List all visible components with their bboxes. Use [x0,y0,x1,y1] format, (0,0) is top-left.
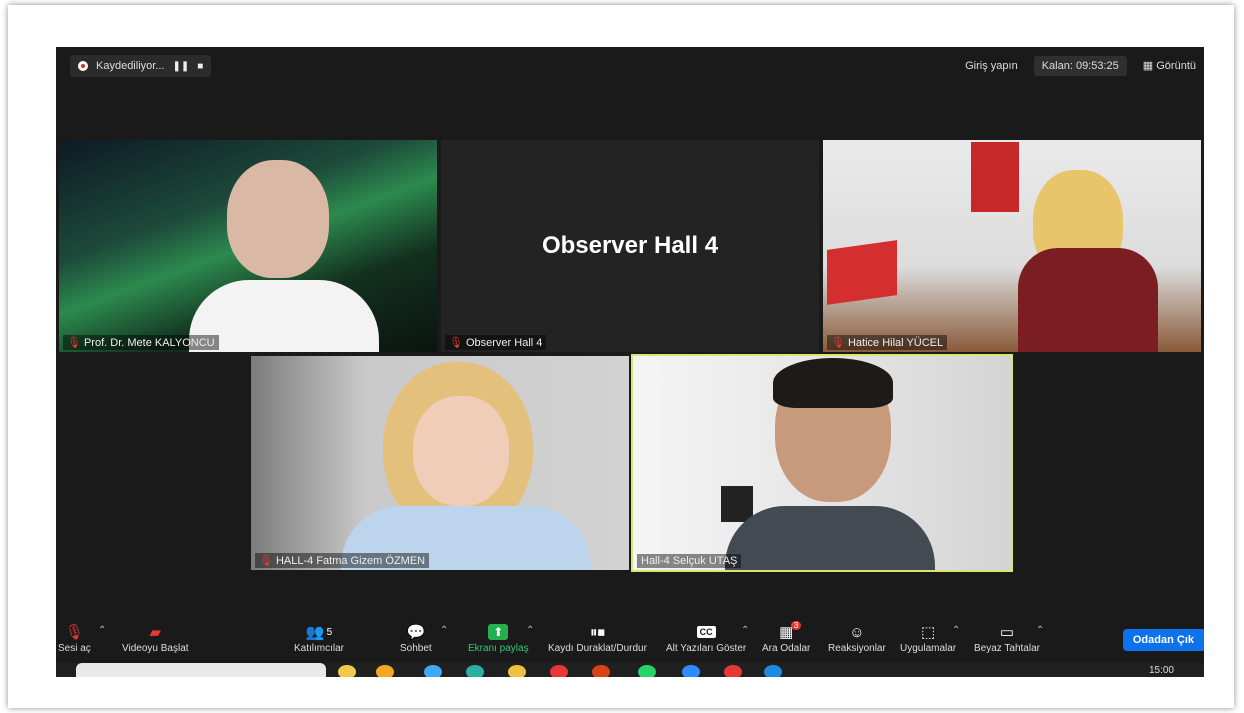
participant-video [633,356,1011,570]
video-tile[interactable]: 🎙︎ Hatice Hilal YÜCEL [823,140,1201,352]
breakout-rooms-label: Ara Odalar [762,643,811,654]
remaining-timer: Kalan: 09:53:25 [1033,55,1127,76]
participants-button[interactable]: 👥 5 Katılımcılar [294,621,344,654]
taskbar-app-icon[interactable] [638,665,656,677]
participant-name: HALL-4 Fatma Gizem ÖZMEN [275,554,426,567]
reactions-label: Reaksiyonlar [828,643,886,654]
captions-button[interactable]: CC Alt Yazıları Göster [666,621,746,654]
pause-stop-recording-label: Kaydı Duraklat/Durdur [548,643,647,654]
participant-video [823,140,1201,352]
taskbar-app-icon[interactable] [764,665,782,677]
apps-icon: ⬚ [920,624,936,641]
taskbar-search-box[interactable] [76,663,326,677]
share-screen-icon: ⬆ [488,621,509,643]
video-tile[interactable]: Observer Hall 4 🎙︎ Observer Hall 4 [441,140,819,352]
share-screen-label: Ekranı paylaş [468,643,529,654]
unmute-label: Sesi aç [58,643,91,654]
participant-name-tag: 🎙︎ Hatice Hilal YÜCEL [827,335,948,350]
whiteboard-options-caret-icon[interactable]: ⌃ [1036,625,1044,636]
mic-off-icon: 🎙︎ [64,624,84,641]
chat-icon: 💬 [406,624,426,641]
captions-options-caret-icon[interactable]: ⌃ [741,625,749,636]
apps-options-caret-icon[interactable]: ⌃ [952,625,960,636]
taskbar-clock: 15:00 [1148,665,1174,676]
leave-room-button[interactable]: Odadan Çık [1122,629,1204,651]
participants-label: Katılımcılar [294,643,345,654]
participant-display-name: Observer Hall 4 [541,232,719,259]
participant-name-tag: Hall-4 Selçuk UTAŞ [637,554,742,568]
chat-button[interactable]: 💬 Sohbet [400,621,432,654]
reactions-icon: ☺ [849,623,865,641]
signin-button[interactable]: Giriş yapın [957,56,1026,76]
pause-recording-icon[interactable]: ❚❚ [172,61,189,72]
taskbar-app-icon[interactable] [550,665,568,677]
taskbar-app-icon[interactable] [724,665,742,677]
muted-mic-icon: 🎙︎ [67,337,81,349]
taskbar-app-icon[interactable] [592,665,610,677]
participant-video [251,356,629,570]
start-video-button[interactable]: ▰ Videoyu Başlat [122,621,189,654]
whiteboards-button[interactable]: ▭ Beyaz Tahtalar [974,621,1040,654]
captions-label: Alt Yazıları Göster [666,643,747,654]
participant-name: Hall-4 Selçuk UTAŞ [641,555,738,567]
participant-name: Observer Hall 4 [465,336,543,349]
apps-label: Uygulamalar [900,643,957,654]
taskbar-app-icon[interactable] [466,665,484,677]
pause-stop-recording-button[interactable]: ⏸⏹ Kaydı Duraklat/Durdur [548,621,647,655]
grid-icon: ▦ [1142,60,1154,72]
muted-mic-icon: 🎙︎ [449,337,463,349]
taskbar-app-icon[interactable] [338,665,356,677]
participant-name-tag: 🎙︎ Prof. Dr. Mete KALYONCU [63,335,219,350]
participants-icon: 👥 5 [305,624,333,641]
whiteboard-icon: ▭ [999,624,1015,641]
view-button[interactable]: ▦ Görüntü [1135,55,1204,76]
participant-name: Prof. Dr. Mete KALYONCU [83,336,215,349]
video-tile[interactable]: 🎙︎ Prof. Dr. Mete KALYONCU [59,140,437,352]
video-off-icon: ▰ [149,624,162,641]
unmute-button[interactable]: 🎙︎ Sesi aç [58,621,91,654]
view-label: Görüntü [1156,60,1196,72]
recording-indicator[interactable]: Kaydediliyor... ❚❚ ■ [70,55,212,77]
audio-options-caret-icon[interactable]: ⌃ [98,625,106,636]
video-tile[interactable]: 🎙︎ HALL-4 Fatma Gizem ÖZMEN [251,356,629,570]
breakout-rooms-button[interactable]: ▦ 3 Ara Odalar [762,621,810,654]
participants-count: 5 [326,626,333,638]
share-options-caret-icon[interactable]: ⌃ [526,625,534,636]
meeting-toolbar: 🎙︎ Sesi aç ⌃ ▰ Videoyu Başlat 👥 5 Katılım… [56,617,1204,663]
pause-stop-icon: ⏸⏹ [589,623,605,641]
active-speaker-tile[interactable]: Hall-4 Selçuk UTAŞ [631,354,1013,572]
screenshot-frame: Kaydediliyor... ❚❚ ■ Giriş yapın Kalan: … [8,5,1234,708]
breakout-badge: 3 [790,621,802,630]
recording-label: Kaydediliyor... [96,60,165,72]
zoom-window: Kaydediliyor... ❚❚ ■ Giriş yapın Kalan: … [56,47,1204,677]
participant-name-tag: 🎙︎ Observer Hall 4 [445,335,547,350]
breakout-rooms-icon: ▦ 3 [779,621,802,643]
muted-mic-icon: 🎙︎ [259,555,273,567]
apps-button[interactable]: ⬚ Uygulamalar [900,621,956,654]
participant-name: Hatice Hilal YÜCEL [847,336,944,349]
stop-recording-icon[interactable]: ■ [197,61,203,72]
taskbar-app-icon[interactable] [682,665,700,677]
share-screen-button[interactable]: ⬆ Ekranı paylaş [468,621,529,654]
taskbar-app-icon[interactable] [424,665,442,677]
chat-options-caret-icon[interactable]: ⌃ [440,625,448,636]
taskbar-app-icon[interactable] [376,665,394,677]
record-icon [78,61,88,71]
cc-icon: CC [696,621,716,643]
taskbar-app-icon[interactable] [508,665,526,677]
start-video-label: Videoyu Başlat [122,643,189,654]
reactions-button[interactable]: ☺ Reaksiyonlar [828,621,886,655]
os-taskbar: 15:00 [56,663,1204,677]
muted-mic-icon: 🎙︎ [831,337,845,349]
chat-label: Sohbet [400,643,432,654]
participant-name-tag: 🎙︎ HALL-4 Fatma Gizem ÖZMEN [255,553,430,568]
whiteboards-label: Beyaz Tahtalar [974,643,1040,654]
top-bar: Kaydediliyor... ❚❚ ■ Giriş yapın Kalan: … [56,47,1204,87]
participant-video [169,160,399,352]
